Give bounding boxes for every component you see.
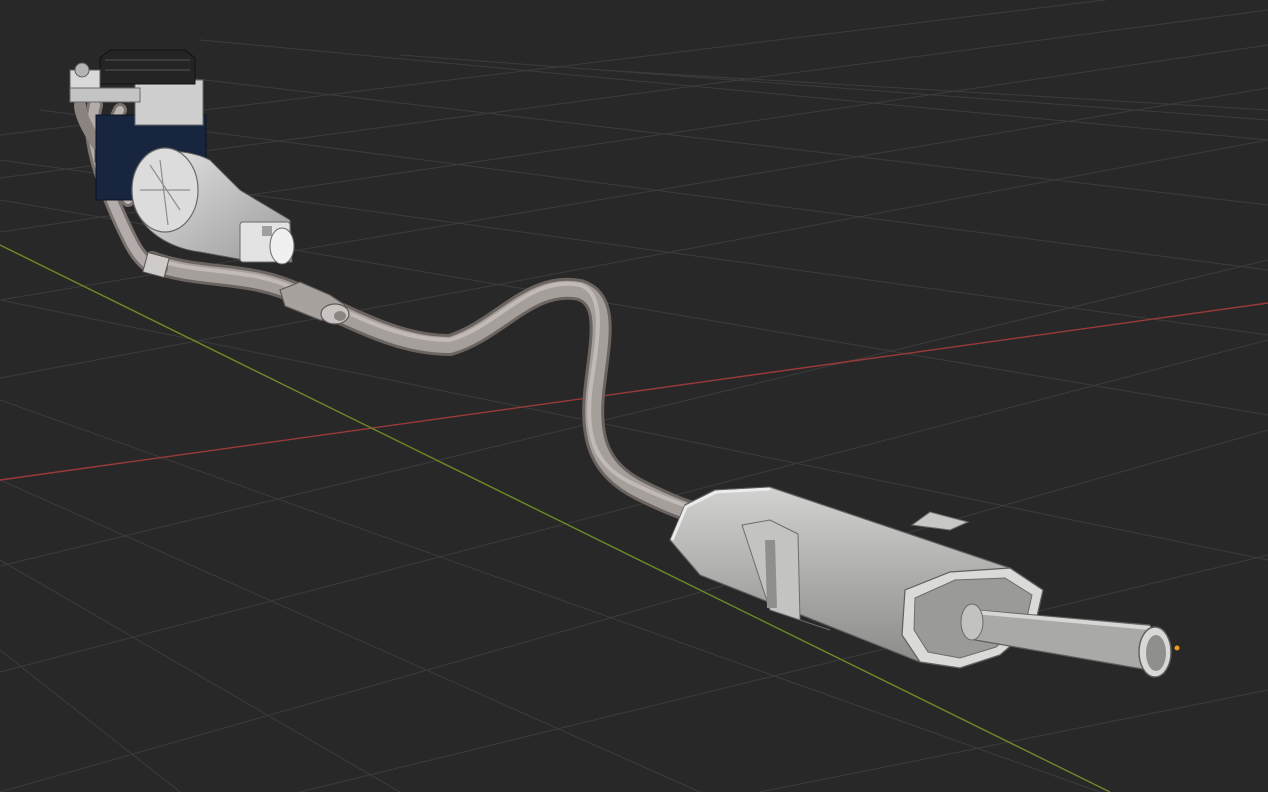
tailpipe[interactable] (960, 603, 1172, 678)
grid-line (599, 69, 1268, 111)
gearbox[interactable] (131, 147, 295, 265)
grid-line (0, 259, 1268, 567)
3d-viewport[interactable] (0, 0, 1268, 792)
grid-line (119, 69, 1268, 206)
x-axis-line (0, 302, 1268, 481)
grid-line (399, 54, 1268, 121)
grid-line (0, 479, 701, 792)
grid-line (0, 559, 401, 792)
grid-line (0, 649, 181, 792)
grid-line (199, 39, 1268, 141)
catalytic-converter[interactable] (279, 281, 350, 325)
viewport-canvas[interactable] (0, 0, 1268, 792)
grid-line (759, 689, 1268, 792)
object-origin-marker[interactable] (1174, 645, 1180, 651)
